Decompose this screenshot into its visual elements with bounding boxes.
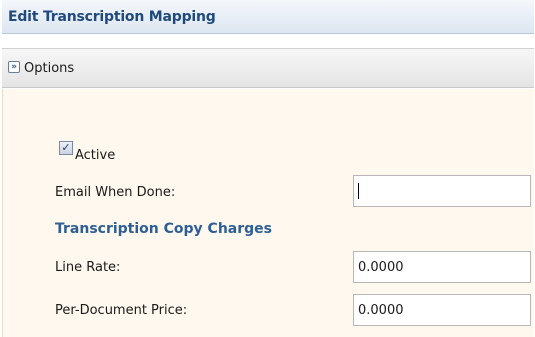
per-document-price-label: Per-Document Price: (55, 303, 188, 318)
email-when-done-label: Email When Done: (55, 185, 176, 200)
per-document-price-input[interactable] (353, 294, 531, 326)
edit-transcription-mapping-panel: Edit Transcription Mapping » Options ✓ A… (0, 0, 535, 337)
line-rate-label: Line Rate: (55, 260, 121, 275)
line-rate-input[interactable] (353, 251, 531, 283)
active-label: Active (75, 148, 116, 163)
options-label[interactable]: Options (24, 61, 74, 76)
options-content: ✓ Active Email When Done: Transcription … (2, 89, 534, 337)
panel-header: Edit Transcription Mapping (2, 0, 534, 34)
text-caret (358, 183, 359, 199)
active-checkbox[interactable]: ✓ (59, 141, 73, 155)
transcription-copy-charges-heading: Transcription Copy Charges (55, 221, 272, 237)
email-when-done-input[interactable] (353, 175, 531, 207)
chevron-double-down-icon[interactable]: » (8, 61, 20, 73)
options-section-header[interactable]: » Options (2, 48, 534, 88)
panel-title: Edit Transcription Mapping (8, 9, 216, 25)
